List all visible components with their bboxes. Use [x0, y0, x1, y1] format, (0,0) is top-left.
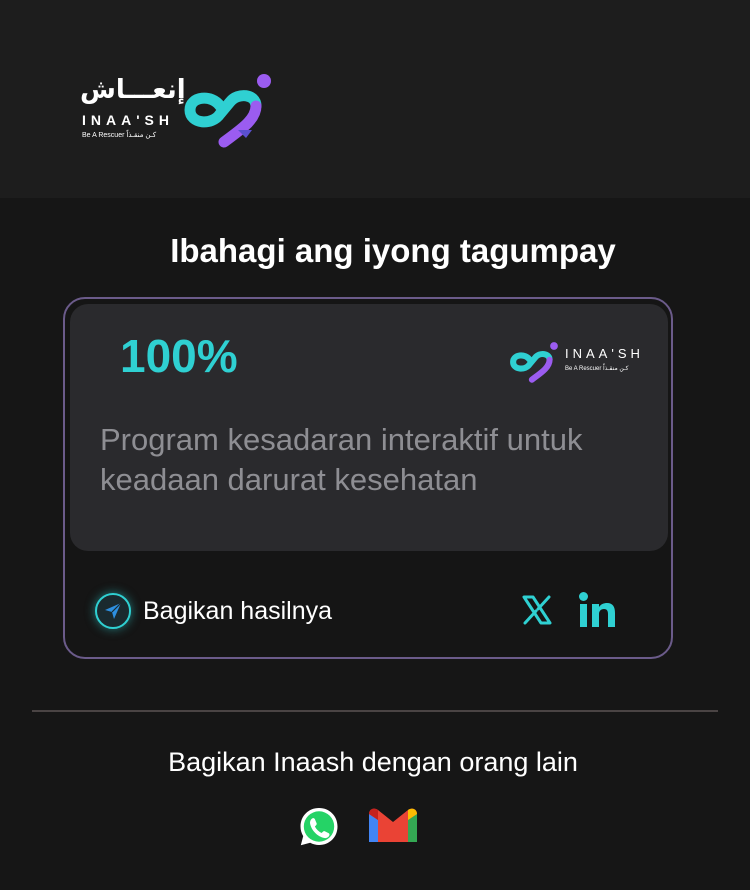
share-app-label: Bagikan Inaash dengan orang lain [168, 747, 578, 777]
logo-mark-icon [184, 74, 271, 148]
logo-tagline: Be A Rescuer كـن منقـذاً [82, 131, 156, 139]
logo-latin-name: INAA'SH [82, 112, 174, 128]
score-percent: 100% [120, 330, 238, 382]
card-logo-name: INAA'SH [565, 346, 644, 361]
divider [32, 710, 718, 712]
x-icon[interactable] [520, 593, 554, 627]
card-logo-tagline-en: Be A Rescuer [565, 366, 602, 372]
card-logo-tagline: Be A Rescuer كـن منقـذاً [565, 365, 629, 372]
card-logo: INAA'SH Be A Rescuer كـن منقـذاً [507, 341, 657, 385]
logo-tagline-en: Be A Rescuer [82, 132, 125, 139]
linkedin-icon[interactable] [578, 591, 618, 629]
gmail-icon[interactable] [367, 806, 419, 846]
send-icon[interactable] [95, 593, 131, 629]
result-panel: 100% INAA'SH Be A Rescuer كـن منقـذاً Pr… [70, 304, 668, 551]
logo-arabic-name: إنعـــاش [80, 75, 186, 105]
whatsapp-icon[interactable] [298, 806, 340, 848]
inaash-logo: إنعـــاش INAA'SH Be A Rescuer كـن منقـذا… [80, 72, 280, 150]
header: إنعـــاش INAA'SH Be A Rescuer كـن منقـذا… [0, 0, 750, 198]
share-result-button[interactable]: Bagikan hasilnya [143, 595, 332, 627]
logo-tagline-ar: كـن منقـذاً [126, 132, 157, 139]
card-logo-mark-icon [510, 342, 558, 383]
share-result-row: Bagikan hasilnya [95, 591, 645, 631]
page-title: Ibahagi ang iyong tagumpay [170, 232, 616, 269]
card-logo-tagline-ar: كـن منقـذاً [603, 366, 629, 372]
result-card: 100% INAA'SH Be A Rescuer كـن منقـذاً Pr… [63, 297, 673, 659]
program-description: Program kesadaran interaktif untuk keada… [100, 422, 583, 497]
